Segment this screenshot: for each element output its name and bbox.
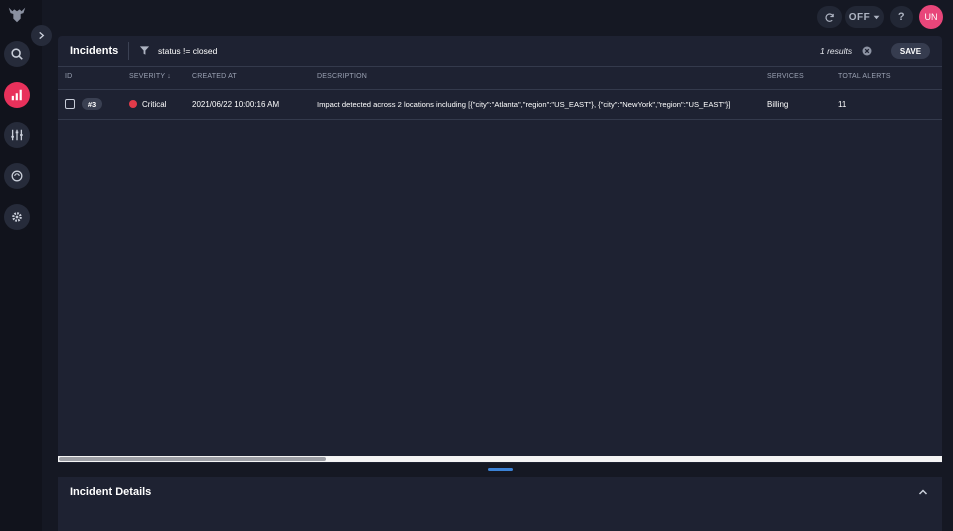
critical-severity-icon (129, 100, 137, 108)
user-avatar[interactable]: UN (919, 5, 943, 29)
severity-label: Critical (142, 100, 167, 109)
save-button[interactable]: SAVE (891, 43, 930, 59)
results-count: 1 results (820, 46, 853, 56)
row-checkbox[interactable] (65, 99, 75, 109)
scrollbar-thumb[interactable] (59, 457, 326, 461)
live-toggle-dropdown[interactable]: OFF (845, 6, 884, 28)
incidents-title: Incidents (70, 45, 119, 57)
bull-logo-icon[interactable] (6, 3, 28, 25)
gear-icon (12, 212, 22, 222)
incident-details-panel: Incident Details (58, 477, 942, 531)
column-header-total-alerts[interactable]: TOTAL ALERTS (838, 73, 891, 80)
column-header-services[interactable]: SERVICES (767, 73, 804, 80)
incidents-nav-button[interactable] (4, 82, 30, 108)
incidents-header: Incidents status != closed 1 results SAV… (58, 36, 942, 67)
incident-details-title: Incident Details (70, 486, 152, 498)
incident-id-badge: #3 (82, 98, 102, 110)
description-value: Impact detected across 2 locations inclu… (317, 100, 731, 109)
refresh-icon (825, 12, 834, 22)
refresh-cycle-icon (11, 170, 23, 182)
sliders-icon (11, 129, 23, 141)
settings-nav-button[interactable] (4, 204, 30, 230)
sync-nav-button[interactable] (4, 163, 30, 189)
help-button[interactable]: ? (890, 6, 913, 28)
total-alerts-value: 11 (838, 100, 847, 109)
column-header-created-at[interactable]: CREATED AT (192, 73, 237, 80)
horizontal-scrollbar[interactable] (58, 456, 942, 462)
chevron-up-icon[interactable] (918, 487, 928, 497)
services-value: Billing (767, 100, 789, 109)
help-icon: ? (897, 11, 906, 23)
column-header-id[interactable]: ID (65, 73, 72, 80)
search-icon (11, 48, 23, 60)
header-divider (128, 42, 129, 60)
incidents-panel: Incidents status != closed 1 results SAV… (58, 36, 942, 463)
chevron-right-icon (39, 31, 45, 40)
incidents-chart-icon (11, 89, 22, 101)
sidebar (0, 0, 42, 531)
panel-resize-handle[interactable] (488, 468, 513, 471)
expand-sidebar-button[interactable] (31, 25, 52, 46)
live-toggle-label: OFF (848, 11, 871, 23)
filters-nav-button[interactable] (4, 122, 30, 148)
column-header-severity[interactable]: SEVERITY ↓ (129, 73, 171, 80)
refresh-button[interactable] (817, 6, 842, 28)
clear-filter-icon[interactable] (862, 46, 872, 56)
caret-down-icon (873, 15, 880, 19)
search-nav-button[interactable] (4, 41, 30, 67)
filter-icon[interactable] (139, 45, 150, 56)
table-row[interactable]: #3 Critical 2021/06/22 10:00:16 AM Impac… (58, 89, 942, 120)
created-at-value: 2021/06/22 10:00:16 AM (192, 100, 280, 109)
filter-query[interactable]: status != closed (158, 46, 217, 56)
column-header-description[interactable]: DESCRIPTION (317, 73, 367, 80)
